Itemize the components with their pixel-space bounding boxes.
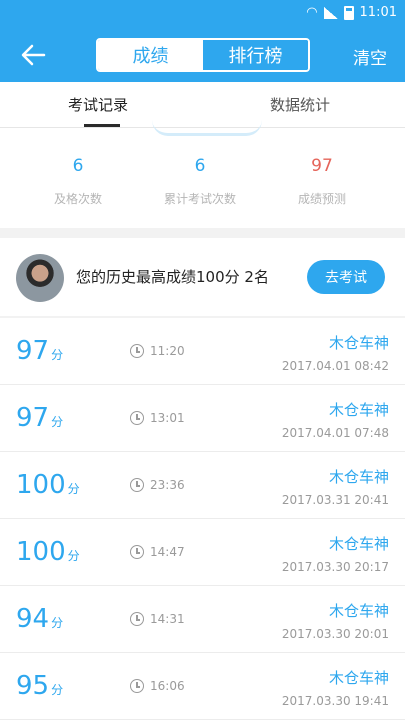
avatar — [16, 254, 64, 302]
segmented-control: 成绩 排行榜 — [96, 38, 310, 72]
stat-value: 6 — [194, 156, 206, 176]
score-unit: 分 — [51, 348, 64, 362]
list-item[interactable]: 95 分 16:06 木仓车神 2017.03.30 19:41 — [0, 653, 405, 720]
duration-text: 16:06 — [150, 679, 185, 693]
score-value: 100 — [16, 470, 66, 500]
score-unit: 分 — [67, 549, 80, 563]
wifi-icon: ◠ — [306, 5, 318, 20]
duration-text: 13:01 — [150, 411, 185, 425]
score-value: 97 — [16, 403, 50, 433]
clock-icon — [130, 478, 144, 492]
list-item[interactable]: 97 分 13:01 木仓车神 2017.04.01 07:48 — [0, 385, 405, 452]
list-item[interactable]: 94 分 14:31 木仓车神 2017.03.30 20:01 — [0, 586, 405, 653]
score-unit: 分 — [67, 482, 80, 496]
title-label: 木仓车神 — [328, 401, 389, 419]
clock-icon — [130, 344, 144, 358]
go-exam-button[interactable]: 去考试 — [307, 260, 385, 294]
best-score-text: 您的历史最高成绩100分 2名 — [76, 268, 269, 286]
score-value: 97 — [16, 336, 50, 366]
score-value: 94 — [16, 604, 50, 634]
list-item[interactable]: 100 分 14:47 木仓车神 2017.03.30 20:17 — [0, 519, 405, 586]
back-button[interactable] — [18, 40, 50, 70]
best-score-card: 您的历史最高成绩100分 2名 去考试 — [0, 238, 405, 316]
tab-data-stats[interactable]: 数据统计 — [270, 94, 330, 115]
datetime-text: 2017.04.01 07:48 — [281, 426, 389, 440]
list-item[interactable]: 97 分 11:20 木仓车神 2017.04.01 08:42 — [0, 318, 405, 385]
stat-pass-count: 6 及格次数 — [18, 156, 138, 207]
status-bar: ◠ 11:01 — [0, 0, 405, 28]
arrow-left-icon — [21, 44, 46, 66]
stat-value: 97 — [311, 156, 333, 176]
status-time: 11:01 — [359, 5, 397, 20]
signal-icon — [323, 6, 338, 19]
clock-icon — [130, 545, 144, 559]
score-unit: 分 — [51, 683, 64, 697]
stat-label: 累计考试次数 — [163, 192, 236, 206]
datetime-text: 2017.03.30 19:41 — [281, 694, 389, 708]
stat-score-prediction: 97 成绩预测 — [262, 156, 382, 207]
stat-label: 及格次数 — [53, 192, 102, 206]
datetime-text: 2017.03.30 20:17 — [281, 560, 389, 574]
datetime-text: 2017.03.31 20:41 — [281, 493, 389, 507]
clock-icon — [130, 679, 144, 693]
duration-text: 23:36 — [150, 478, 185, 492]
duration-text: 11:20 — [150, 344, 185, 358]
title-label: 木仓车神 — [328, 468, 389, 486]
score-unit: 分 — [51, 616, 64, 630]
stat-total-exams: 6 累计考试次数 — [140, 156, 260, 207]
title-label: 木仓车神 — [328, 602, 389, 620]
records-list: 97 分 11:20 木仓车神 2017.04.01 08:42 97 分 13:0… — [0, 318, 405, 720]
title-label: 木仓车神 — [328, 334, 389, 352]
datetime-text: 2017.03.30 20:01 — [281, 627, 389, 641]
active-tab-indicator — [84, 124, 120, 127]
score-unit: 分 — [51, 415, 64, 429]
stat-label: 成绩预测 — [297, 192, 346, 206]
segment-scores[interactable]: 成绩 — [98, 40, 203, 70]
stats-panel: 6 及格次数 6 累计考试次数 97 成绩预测 — [0, 128, 405, 228]
clock-icon — [130, 612, 144, 626]
clock-icon — [130, 411, 144, 425]
duration-text: 14:31 — [150, 612, 185, 626]
score-value: 95 — [16, 671, 50, 701]
stat-value: 6 — [72, 156, 84, 176]
app-bar: 成绩 排行榜 清空 — [0, 28, 405, 82]
list-item[interactable]: 100 分 23:36 木仓车神 2017.03.31 20:41 — [0, 452, 405, 519]
title-label: 木仓车神 — [328, 535, 389, 553]
datetime-text: 2017.04.01 08:42 — [281, 359, 389, 373]
battery-icon — [343, 5, 354, 20]
duration-text: 14:47 — [150, 545, 185, 559]
score-value: 100 — [16, 537, 66, 567]
title-label: 木仓车神 — [328, 669, 389, 687]
tab-exam-records[interactable]: 考试记录 — [68, 94, 128, 115]
segment-ranking[interactable]: 排行榜 — [203, 40, 308, 70]
gauge-arc — [152, 120, 262, 136]
clear-button[interactable]: 清空 — [353, 44, 387, 69]
